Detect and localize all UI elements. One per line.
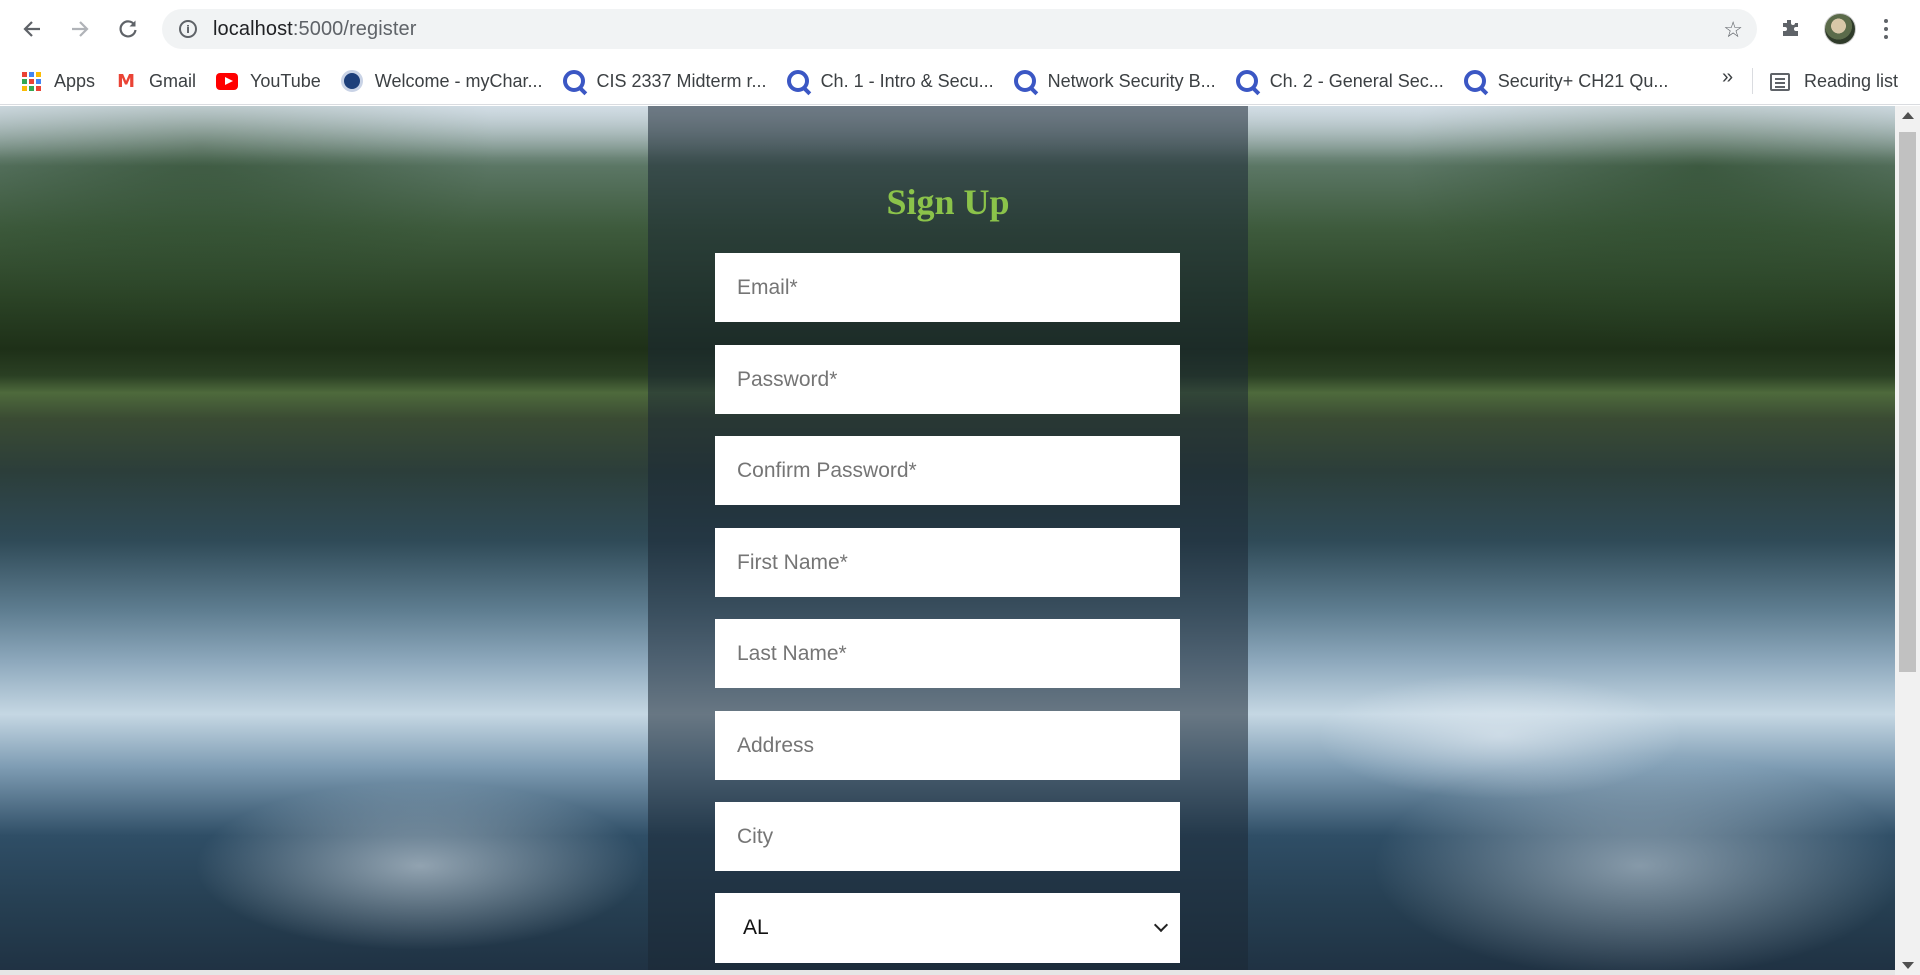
bookmark-youtube[interactable]: YouTube — [210, 65, 327, 97]
url-host: localhost — [213, 17, 293, 40]
horizontal-scrollbar[interactable] — [0, 970, 1895, 975]
back-button[interactable] — [14, 13, 50, 45]
bookmark-ch1-intro[interactable]: Ch. 1 - Intro & Secu... — [781, 65, 1000, 97]
browser-toolbar: i localhost:5000/register ☆ — [0, 0, 1920, 58]
url-text[interactable]: localhost:5000/register — [213, 18, 417, 41]
password-field[interactable] — [715, 345, 1180, 414]
bookmark-label: CIS 2337 Midterm r... — [596, 70, 767, 91]
browser-menu-icon[interactable] — [1872, 13, 1900, 45]
vertical-scrollbar[interactable] — [1895, 106, 1920, 975]
address-bar[interactable]: i localhost:5000/register ☆ — [162, 9, 1757, 49]
seal-icon — [340, 70, 363, 92]
bookmarks-separator — [1752, 68, 1753, 94]
forward-button[interactable] — [62, 13, 98, 45]
scroll-down-arrow-icon[interactable] — [1902, 962, 1914, 969]
bookmark-label: YouTube — [250, 70, 321, 91]
city-field[interactable] — [715, 802, 1180, 871]
bookmark-cis-midterm[interactable]: CIS 2337 Midterm r... — [557, 65, 773, 97]
forward-arrow-icon — [72, 21, 89, 37]
extensions-puzzle-icon[interactable] — [1776, 14, 1804, 42]
bookmark-label: Ch. 1 - Intro & Secu... — [820, 70, 994, 91]
quizlet-icon — [1463, 70, 1486, 92]
bookmark-ch2-general[interactable]: Ch. 2 - General Sec... — [1230, 65, 1450, 97]
back-arrow-icon — [23, 21, 40, 37]
page-viewport: Sign Up AL — [0, 106, 1920, 975]
site-info-icon[interactable]: i — [179, 20, 197, 38]
gmail-icon: M — [117, 70, 135, 92]
youtube-icon — [216, 70, 239, 92]
bookmark-apps[interactable]: Apps — [14, 65, 101, 97]
bookmark-star-icon[interactable]: ☆ — [1723, 17, 1743, 43]
url-path: :5000/register — [292, 17, 417, 40]
bookmark-label: Security+ CH21 Qu... — [1497, 70, 1669, 91]
quizlet-icon — [1235, 70, 1258, 92]
signup-panel: Sign Up AL — [648, 106, 1248, 975]
bookmark-label: Ch. 2 - General Sec... — [1269, 70, 1444, 91]
bookmarks-bar: Apps M Gmail YouTube Welcome - myChar...… — [0, 58, 1920, 105]
scroll-up-arrow-icon[interactable] — [1902, 112, 1914, 119]
profile-avatar[interactable] — [1824, 13, 1856, 45]
bookmark-security-plus[interactable]: Security+ CH21 Qu... — [1458, 65, 1675, 97]
last-name-field[interactable] — [715, 619, 1180, 688]
reload-icon — [119, 20, 137, 38]
apps-grid-icon — [20, 70, 42, 92]
bookmark-network-security[interactable]: Network Security B... — [1008, 65, 1222, 97]
quizlet-icon — [562, 70, 585, 92]
page-title: Sign Up — [886, 182, 1010, 222]
reading-list-button[interactable]: Reading list — [1770, 58, 1898, 105]
quizlet-icon — [786, 70, 809, 92]
confirm-password-field[interactable] — [715, 436, 1180, 505]
reading-list-icon — [1770, 72, 1790, 91]
scrollbar-thumb[interactable] — [1899, 132, 1916, 672]
bookmark-label: Welcome - myChar... — [374, 70, 543, 91]
quizlet-icon — [1013, 70, 1036, 92]
reading-list-label: Reading list — [1804, 71, 1899, 91]
first-name-field[interactable] — [715, 528, 1180, 597]
bookmark-gmail[interactable]: M Gmail — [109, 65, 202, 97]
chevron-down-icon — [1153, 917, 1169, 933]
email-field[interactable] — [715, 253, 1180, 322]
bookmark-label: Network Security B... — [1047, 70, 1216, 91]
bookmark-mycharlotte[interactable]: Welcome - myChar... — [335, 65, 549, 97]
address-field[interactable] — [715, 711, 1180, 780]
bookmark-label: Apps — [54, 70, 96, 91]
bookmark-label: Gmail — [149, 70, 197, 91]
bookmarks-overflow-button[interactable]: » — [1722, 66, 1733, 89]
reload-button[interactable] — [110, 13, 146, 45]
state-select-value: AL — [743, 916, 769, 939]
state-select[interactable]: AL — [715, 893, 1180, 963]
